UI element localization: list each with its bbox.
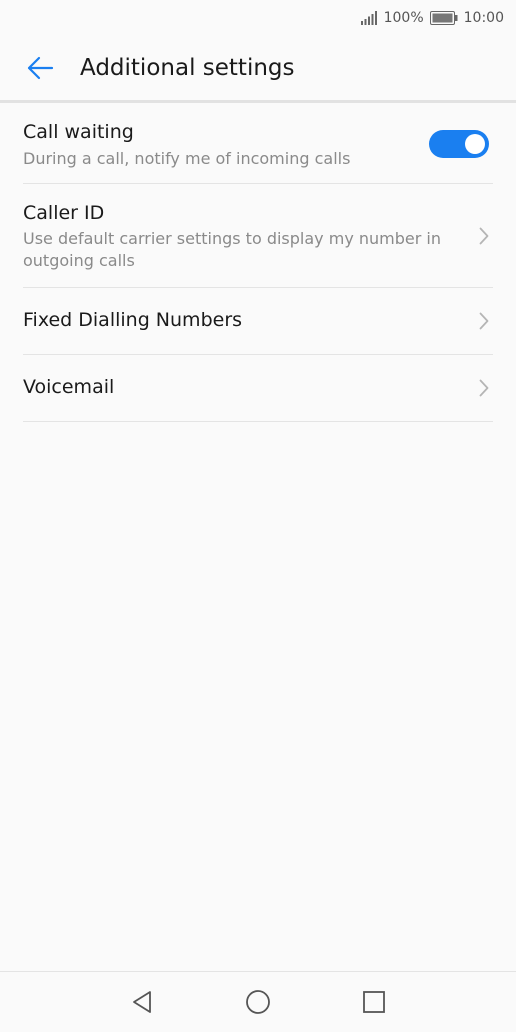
nav-home-button[interactable] — [244, 988, 272, 1016]
call-waiting-label: Call waiting — [23, 121, 134, 143]
chevron-right-icon — [479, 227, 489, 245]
navigation-bar — [0, 971, 516, 1032]
nav-back-button[interactable] — [128, 988, 156, 1016]
back-button[interactable] — [20, 48, 60, 88]
nav-recents-button[interactable] — [360, 988, 388, 1016]
chevron-right-icon — [479, 312, 489, 330]
battery-icon — [429, 11, 458, 25]
call-waiting-toggle[interactable] — [429, 130, 489, 158]
caller-id-label: Caller ID — [23, 202, 105, 224]
status-bar: 100% 10:00 — [0, 0, 516, 36]
setting-caller-id[interactable]: Caller ID Use default carrier settings t… — [23, 184, 493, 288]
setting-call-waiting[interactable]: Call waiting During a call, notify me of… — [23, 103, 493, 184]
app-bar: Additional settings — [0, 36, 516, 103]
circle-home-icon — [246, 990, 270, 1014]
triangle-back-icon — [133, 991, 151, 1013]
caller-id-description: Use default carrier settings to display … — [23, 229, 441, 270]
fixed-dialling-label: Fixed Dialling Numbers — [23, 309, 243, 331]
battery-percent: 100% — [383, 10, 424, 26]
voicemail-label: Voicemail — [23, 376, 115, 398]
toggle-knob — [465, 134, 485, 154]
signal-icon — [360, 11, 377, 25]
settings-list: Call waiting During a call, notify me of… — [23, 103, 493, 422]
setting-voicemail[interactable]: Voicemail — [23, 355, 493, 422]
clock: 10:00 — [463, 10, 504, 26]
page-title: Additional settings — [80, 55, 295, 81]
call-waiting-description: During a call, notify me of incoming cal… — [23, 149, 351, 168]
chevron-right-icon — [479, 379, 489, 397]
setting-fixed-dialling-numbers[interactable]: Fixed Dialling Numbers — [23, 288, 493, 355]
back-arrow-icon — [27, 56, 54, 80]
square-recents-icon — [363, 991, 385, 1013]
